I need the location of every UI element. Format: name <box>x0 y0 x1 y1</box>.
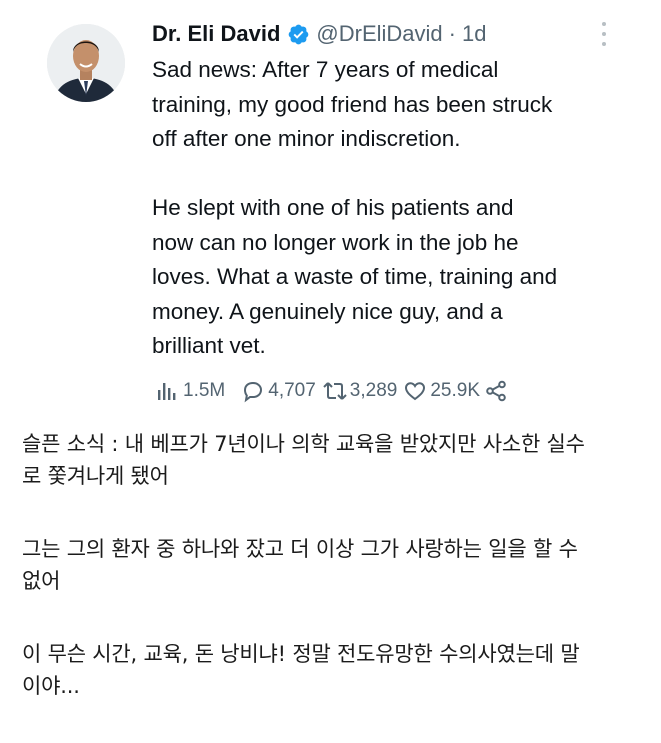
tweet-text-line: Sad news: After 7 years of medical <box>152 57 499 82</box>
more-options-icon[interactable] <box>597 22 611 46</box>
translation-line: 없어 <box>22 569 61 593</box>
translation-paragraph: 그는 그의 환자 중 하나와 잤고 더 이상 그가 사랑하는 일을 할 수 없어 <box>22 533 647 597</box>
like-action[interactable]: 25.9K <box>403 379 480 403</box>
views-icon <box>158 383 176 400</box>
like-icon <box>405 382 426 401</box>
translation-line: 로 쫓겨나게 됐어 <box>22 464 169 488</box>
tweet-header: Dr. Eli David @DrEliDavid · 1d <box>152 19 486 49</box>
korean-translation: 슬픈 소식 : 내 베프가 7년이나 의학 교육을 받았지만 사소한 실수 로 … <box>22 428 647 743</box>
share-action[interactable] <box>484 379 508 403</box>
translation-paragraph: 슬픈 소식 : 내 베프가 7년이나 의학 교육을 받았지만 사소한 실수 로 … <box>22 428 647 492</box>
header-separator: · <box>448 21 456 46</box>
tweet-text-line: off after one minor indiscretion. <box>152 126 461 151</box>
translation-paragraph: 이 무슨 시간, 교육, 돈 낭비냐! 정말 전도유망한 수의사였는데 말 이야… <box>22 638 647 702</box>
retweet-icon <box>323 382 347 400</box>
translation-line: 그는 그의 환자 중 하나와 잤고 더 이상 그가 사랑하는 일을 할 수 <box>22 537 578 561</box>
tweet-text-line: training, my good friend has been struck <box>152 91 553 117</box>
tweet-timestamp[interactable]: 1d <box>462 21 486 47</box>
tweet-text-line: now can no longer work in the job he <box>152 229 519 255</box>
views-count: 1.5M <box>183 380 226 401</box>
tweet-card: Dr. Eli David @DrEliDavid · 1d Sad news:… <box>0 0 661 415</box>
translation-line: 이야... <box>22 674 80 698</box>
tweet-text-line: He slept with one of his patients and <box>152 195 514 220</box>
translation-line: 슬픈 소식 : 내 베프가 7년이나 의학 교육을 받았지만 사소한 실수 <box>22 432 585 456</box>
views-action[interactable]: 1.5M <box>155 380 225 402</box>
author-name[interactable]: Dr. Eli David <box>152 21 280 47</box>
reply-action[interactable]: 4,707 <box>241 379 316 403</box>
tweet-text-line: loves. What a waste of time, training an… <box>152 264 558 289</box>
reply-icon <box>244 381 263 403</box>
retweet-count: 3,289 <box>349 380 398 401</box>
tweet-actions: 1.5M 4,707 3,289 25.9K <box>155 376 508 406</box>
tweet-body: Sad news: After 7 years of medical train… <box>152 53 632 364</box>
verified-badge-icon <box>289 24 309 44</box>
retweet-action[interactable]: 3,289 <box>322 379 398 403</box>
tweet-text-line: money. A genuinely nice guy, and a <box>152 298 503 324</box>
author-handle[interactable]: @DrEliDavid <box>316 21 442 47</box>
share-icon <box>486 380 506 402</box>
translation-line: 이 무슨 시간, 교육, 돈 낭비냐! 정말 전도유망한 수의사였는데 말 <box>22 642 580 666</box>
like-count: 25.9K <box>430 380 480 401</box>
author-avatar[interactable] <box>47 24 125 102</box>
reply-count: 4,707 <box>268 380 316 401</box>
tweet-text-line: brilliant vet. <box>152 333 266 358</box>
